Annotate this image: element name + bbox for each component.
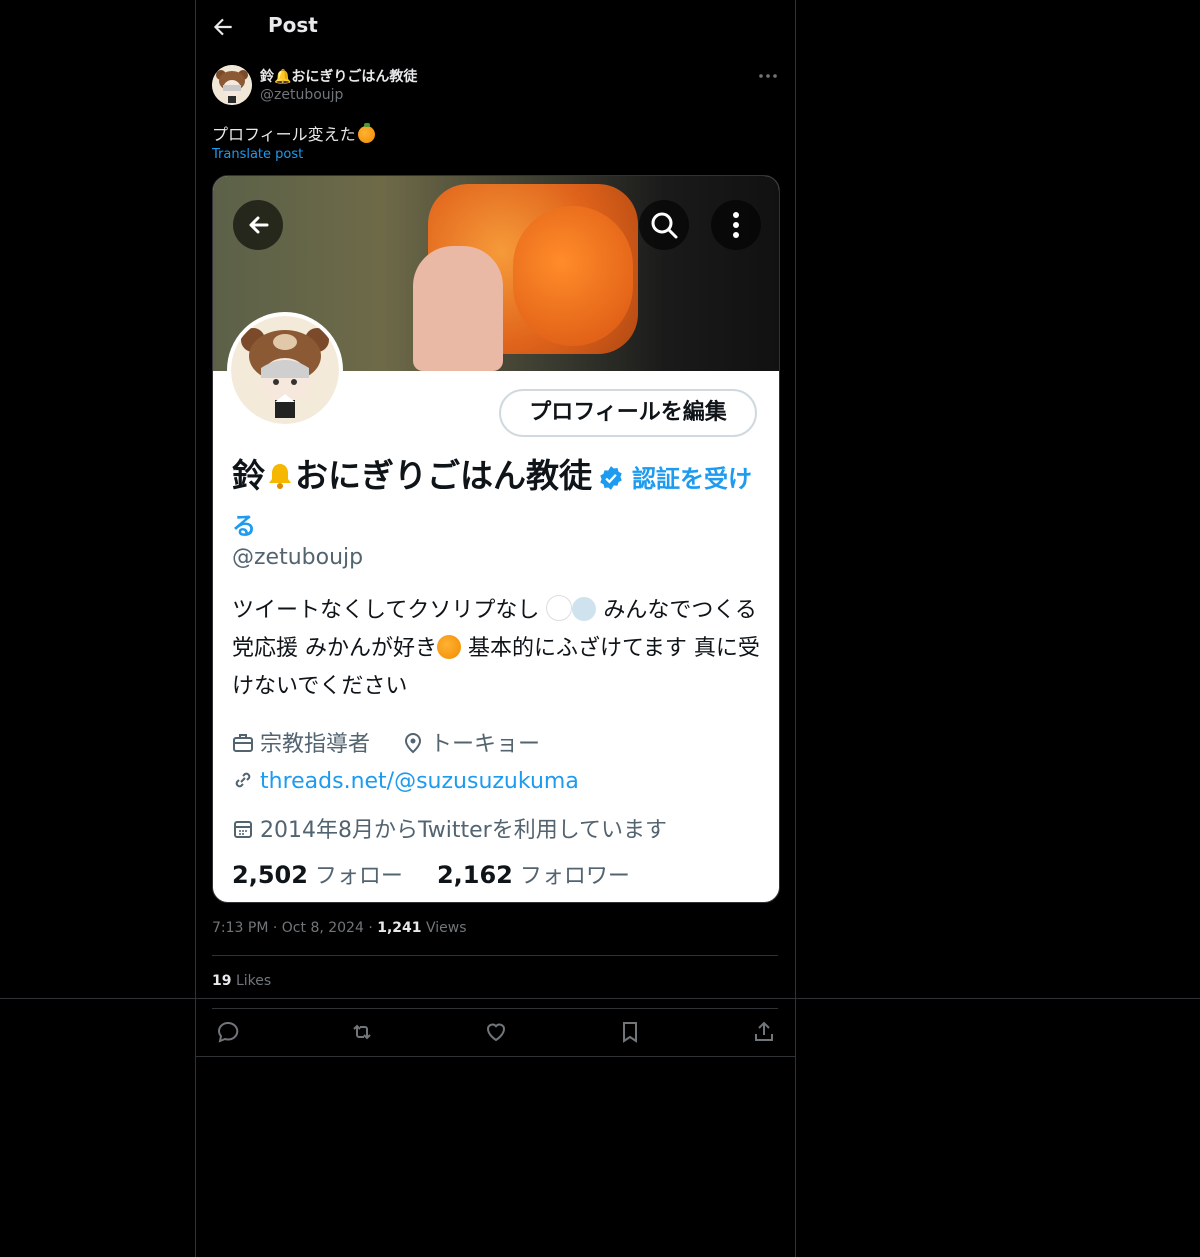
page-title: Post [268,13,318,37]
share-icon[interactable] [752,1020,776,1044]
divider [212,955,778,956]
orange-emoji-icon-bio [437,635,461,659]
hand-shape [413,246,503,371]
author-handle[interactable]: @zetuboujp [260,87,343,103]
profile-job: 宗教指導者 [260,732,371,757]
horizontal-rule [0,998,1200,999]
main-column: Post 鈴🔔おにぎりごはん教徒 @zetuboujp プロフィール変えた Tr… [195,0,796,1257]
more-options-icon[interactable] [756,66,780,86]
bell-emoji-icon [269,464,291,489]
banner-back-icon [233,200,283,250]
likes-summary[interactable]: 19 Likes [212,973,271,989]
verified-badge-icon [600,466,622,490]
profile-joined: 2014年8月からTwitterを利用しています [260,818,668,843]
followers-label: フォロワー [519,864,630,889]
briefcase-icon [233,734,253,752]
following-count: 2,502 [232,861,308,889]
profile-name: 鈴 おにぎりごはん教徒 認証を受ける [232,454,762,548]
divider [212,1008,778,1009]
banner-search-icon [639,200,689,250]
edit-profile-button: プロフィールを編集 [499,389,757,437]
profile-bio: ツイートなくしてクソリプなし みんなでつくる党応援 みかんが好き 基本的にふざけ… [232,592,762,706]
post-time[interactable]: 7:13 PM [212,920,268,936]
profile-joined-row: 2014年8月からTwitterを利用しています [232,812,667,844]
post-timestamp: 7:13 PM · Oct 8, 2024 · 1,241 Views [212,920,467,936]
profile-location: トーキョー [430,732,541,757]
onigiri-emoji-icon [546,595,573,621]
followers-count: 2,162 [436,861,513,889]
post-date[interactable]: Oct 8, 2024 [282,920,364,936]
profile-name-first: 鈴 [232,456,265,495]
post-text: プロフィール変えた [212,121,375,145]
orange-emoji-icon [357,123,375,143]
back-arrow-icon[interactable] [210,14,236,40]
bookmark-icon[interactable] [618,1020,642,1044]
post-image[interactable]: プロフィールを編集 鈴 おにぎりごはん教徒 認証を受ける @zetuboujp … [212,175,780,903]
oranges-bag-second [513,206,633,346]
post-text-content: プロフィール変えた [212,125,356,144]
profile-handle: @zetuboujp [232,545,364,570]
link-icon [235,772,251,788]
views-count: 1,241 [377,920,422,936]
divider [196,1056,795,1057]
author-avatar[interactable] [212,65,252,105]
reply-icon[interactable] [216,1020,240,1044]
profile-stats: 2,502 フォロー 2,162 フォロワー [232,858,630,890]
banner-menu-icon [711,200,761,250]
repost-icon[interactable] [350,1020,374,1044]
translate-post-link[interactable]: Translate post [212,147,303,162]
following-label: フォロー [314,864,403,889]
calendar-icon [234,821,252,838]
profile-meta-row: 宗教指導者 トーキョー [232,726,540,758]
profile-link: threads.net/@suzusuzukuma [260,769,579,794]
bio-line-1: ツイートなくしてクソリプなし [232,598,540,623]
rice-bowl-emoji-icon [572,597,597,621]
like-icon[interactable] [484,1020,508,1044]
likes-label: Likes [235,973,272,989]
likes-count: 19 [212,973,232,989]
author-name[interactable]: 鈴🔔おにぎりごはん教徒 [260,66,417,86]
profile-name-rest: おにぎりごはん教徒 [295,456,592,495]
views-label: Views [425,920,467,936]
location-icon [405,732,422,754]
profile-link-row: threads.net/@suzusuzukuma [232,769,579,794]
top-bar: Post [196,0,795,54]
profile-avatar [227,312,343,428]
